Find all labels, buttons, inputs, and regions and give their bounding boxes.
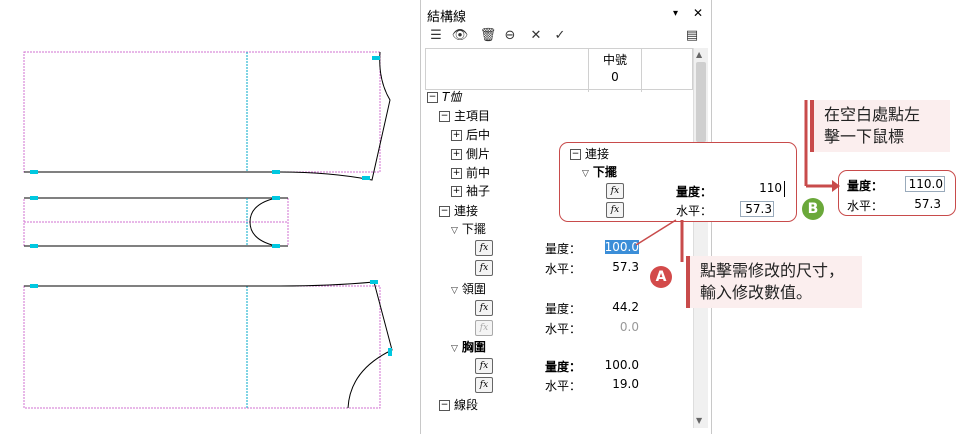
tree-item-sleeve[interactable]: + 袖子 <box>451 182 490 200</box>
remove-icon[interactable]: ✕ <box>527 28 545 44</box>
collapse-triangle-icon[interactable]: ▽ <box>451 286 458 296</box>
formula-icon[interactable]: fx <box>475 358 493 374</box>
formula-icon[interactable]: fx <box>475 260 493 276</box>
callout-connect-label: 連接 <box>585 147 610 161</box>
tree-item-label: 側片 <box>466 147 491 161</box>
neck-horizontal-value[interactable]: 0.0 <box>589 320 639 334</box>
measure-label: 量度： <box>545 360 582 374</box>
tree-main-items-label: 主項目 <box>454 109 491 123</box>
tree-main-items[interactable]: − 主項目 <box>439 107 490 125</box>
tree-item-label: 后中 <box>466 128 491 142</box>
instruction-note-a: 點擊需修改的尺寸， 輸入修改數值。 <box>686 256 862 308</box>
hem-horizontal-value[interactable]: 57.3 <box>589 260 639 274</box>
pattern-canvas[interactable] <box>0 0 420 434</box>
callout-measure-label: 量度： <box>676 185 713 199</box>
scroll-down-icon[interactable]: ▼ <box>696 416 702 425</box>
size-name: 中號 <box>602 53 627 67</box>
horizontal-label: 水平： <box>545 379 582 393</box>
expand-icon[interactable]: + <box>451 149 462 160</box>
tree-item-side[interactable]: + 側片 <box>451 145 490 163</box>
collapse-triangle-icon[interactable]: ▽ <box>451 226 458 236</box>
callout-measure-input[interactable]: 110 <box>730 181 785 197</box>
tree-segment-label: 線段 <box>454 398 479 412</box>
pattern-piece-back <box>23 51 381 173</box>
visibility-icon[interactable]: 👁 <box>451 28 469 44</box>
collapse-icon[interactable]: − <box>427 92 438 103</box>
collapse-icon[interactable]: − <box>439 111 450 122</box>
collapse-icon[interactable]: − <box>439 400 450 411</box>
formula-icon: fx <box>606 183 624 199</box>
link-icon[interactable]: ⊖ <box>501 28 519 44</box>
tree-chest[interactable]: ▽ 胸圍 <box>451 338 486 356</box>
formula-icon[interactable]: fx <box>475 377 493 393</box>
tree-hem-label: 下擺 <box>461 222 486 236</box>
close-icon[interactable]: ✕ <box>693 6 703 20</box>
callout-hem: ▽ 下擺 <box>582 163 617 181</box>
result-horizontal-value: 57.3 <box>914 197 941 211</box>
result-measure-value: 110.0 <box>905 176 945 192</box>
delete-icon[interactable]: 🗑 <box>479 28 497 44</box>
badge-a: A <box>650 266 672 288</box>
tree-neck-label: 領圍 <box>461 282 486 296</box>
badge-b: B <box>802 198 824 220</box>
callout-connect: − 連接 <box>570 145 609 163</box>
result-horizontal-label: 水平： <box>847 199 884 213</box>
formula-icon[interactable]: fx <box>475 320 493 336</box>
callout-horizontal-label: 水平： <box>676 204 713 218</box>
expand-icon[interactable]: + <box>451 130 462 141</box>
pattern-piece-front <box>23 285 381 409</box>
panel-title: 結構線 <box>427 10 467 25</box>
edit-callout: − 連接 ▽ 下擺 fx 量度： 110 fx 水平： 57.3 <box>559 142 797 222</box>
horizontal-label: 水平： <box>545 262 582 276</box>
chest-measure-value[interactable]: 100.0 <box>589 358 639 372</box>
formula-icon[interactable]: fx <box>475 300 493 316</box>
tree-connect-label: 連接 <box>454 204 479 218</box>
scroll-thumb[interactable] <box>696 62 706 142</box>
tree-item-back-center[interactable]: + 后中 <box>451 126 490 144</box>
tree-root[interactable]: − T恤 <box>427 88 461 106</box>
hem-measure-value[interactable]: 100.0 <box>589 240 639 254</box>
expand-icon[interactable]: + <box>451 186 462 197</box>
collapse-icon[interactable]: − <box>439 206 450 217</box>
result-callout: 量度： 110.0 水平： 57.3 <box>838 170 956 216</box>
formula-icon[interactable]: fx <box>475 240 493 256</box>
instruction-note-b: 在空白處點左 擊一下鼠標 <box>810 100 950 152</box>
tree-hem[interactable]: ▽ 下擺 <box>451 220 486 238</box>
horizontal-label: 水平： <box>545 322 582 336</box>
tree-neck[interactable]: ▽ 領圍 <box>451 280 486 298</box>
chest-horizontal-value[interactable]: 19.0 <box>589 377 639 391</box>
confirm-icon[interactable]: ✓ <box>551 28 569 44</box>
tree-connect[interactable]: − 連接 <box>439 202 478 220</box>
callout-hem-label: 下擺 <box>592 165 617 179</box>
tree-chest-label: 胸圍 <box>461 340 486 354</box>
tree-item-label: 前中 <box>466 166 491 180</box>
tree-item-front-center[interactable]: + 前中 <box>451 164 490 182</box>
panel-dropdown-icon[interactable]: ▾ <box>673 8 678 19</box>
tree-root-label: T恤 <box>442 90 462 104</box>
collapse-triangle-icon[interactable]: ▽ <box>451 344 458 354</box>
menu-icon[interactable]: ▤ <box>683 28 701 44</box>
formula-icon: fx <box>606 202 624 218</box>
collapse-icon: − <box>570 149 581 160</box>
tree-segment[interactable]: − 線段 <box>439 396 478 414</box>
neck-measure-value[interactable]: 44.2 <box>589 300 639 314</box>
scroll-up-icon[interactable]: ▲ <box>696 50 702 59</box>
size-number: 0 <box>611 70 619 84</box>
column-header: 中號 0 <box>425 48 693 92</box>
expand-icon[interactable]: + <box>451 168 462 179</box>
measure-label: 量度： <box>545 242 582 256</box>
properties-icon[interactable]: ☰ <box>427 28 445 44</box>
tree-item-label: 袖子 <box>466 184 491 198</box>
callout-horizontal-value[interactable]: 57.3 <box>740 201 774 217</box>
vertical-scrollbar[interactable]: ▲ ▼ <box>693 48 708 428</box>
result-measure-label: 量度： <box>847 179 884 193</box>
measure-label: 量度： <box>545 302 582 316</box>
hem-measure-selected[interactable]: 100.0 <box>604 240 639 254</box>
collapse-triangle-icon: ▽ <box>582 169 589 179</box>
size-column-header[interactable]: 中號 0 <box>588 49 642 92</box>
